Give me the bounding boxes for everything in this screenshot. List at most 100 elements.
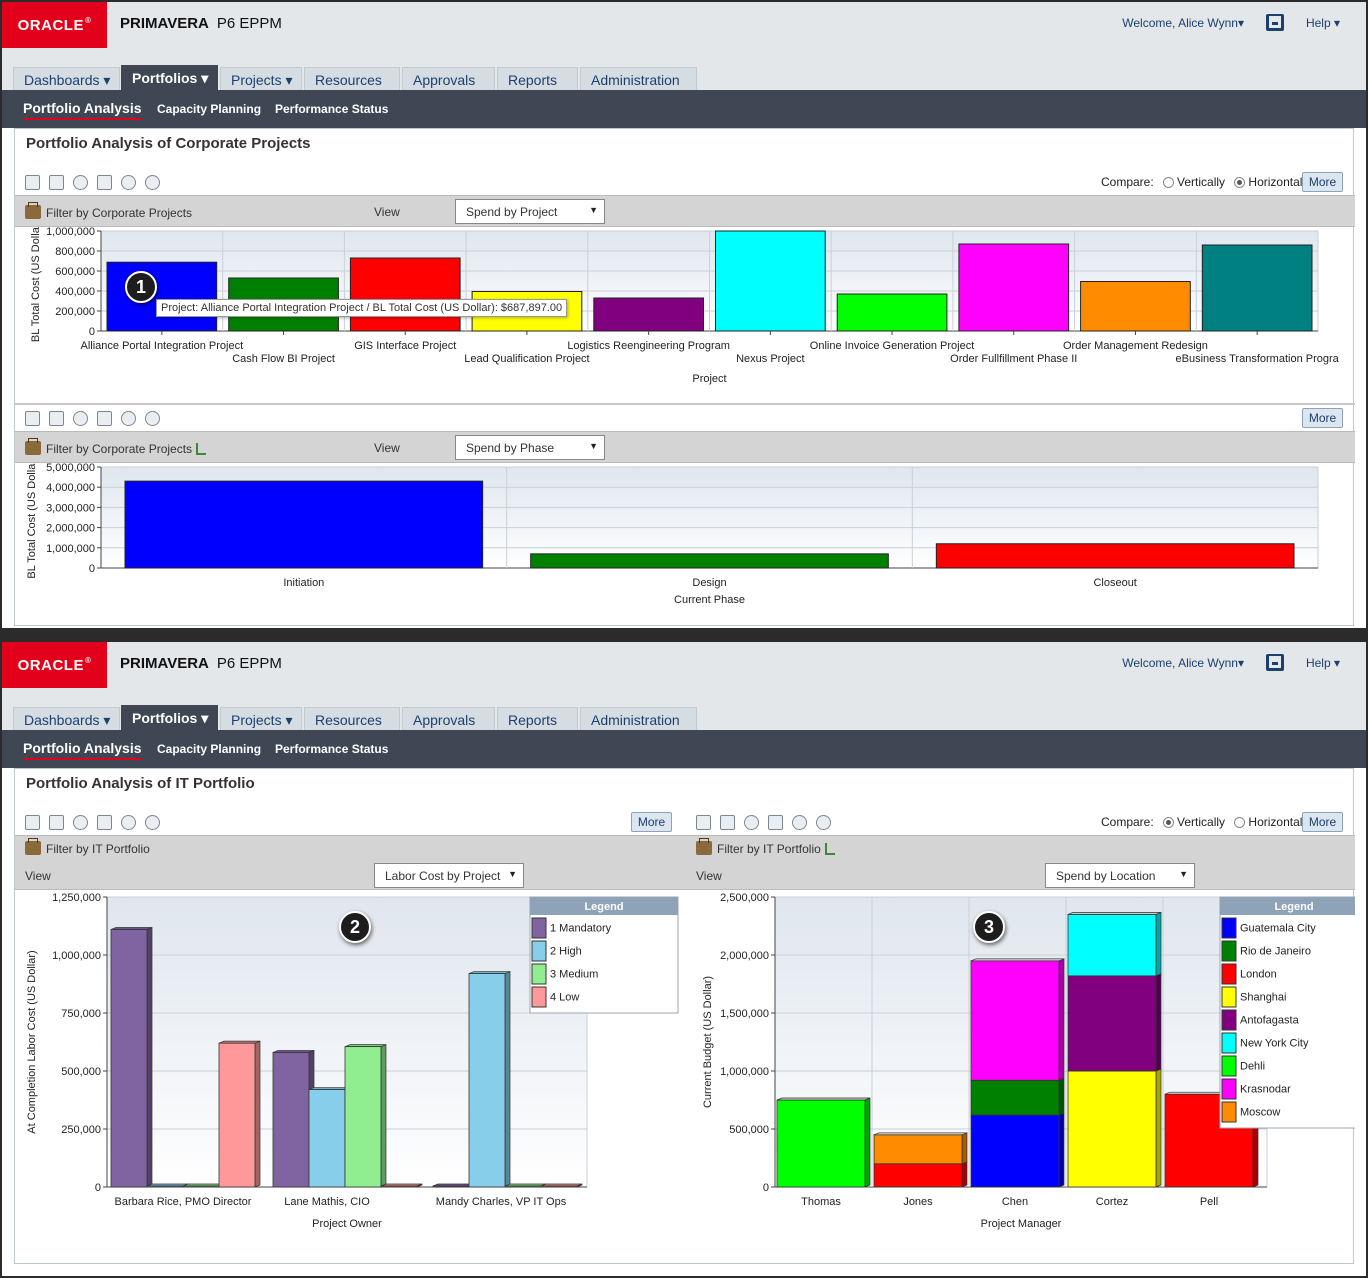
y-tick-label: 2,000,000 [46,523,95,535]
view-select[interactable]: Spend by Project [455,199,605,224]
help-menu[interactable]: Help ▾ [1306,656,1340,670]
subnav-portfolio-analysis[interactable]: Portfolio Analysis [23,740,142,760]
tab-approvals[interactable]: Approvals [402,707,495,731]
subnav-portfolio-analysis[interactable]: Portfolio Analysis [23,100,142,120]
radio-horizontally[interactable] [1234,817,1246,828]
y-tick-label: 1,000,000 [720,1066,769,1078]
more-button[interactable]: More [1302,812,1343,832]
legend-swatch [1221,1101,1237,1123]
tab-projects[interactable]: Projects ▾ [220,707,302,731]
save-as-icon[interactable] [720,815,735,831]
more-button[interactable]: More [631,812,672,832]
more-button[interactable]: More [1302,172,1343,192]
save-as-icon[interactable] [49,815,64,831]
copy-icon[interactable] [97,411,112,427]
cancel-icon[interactable] [73,175,88,191]
tab-resources[interactable]: Resources [304,67,400,91]
bar [432,1185,470,1188]
bar-side [1155,973,1162,1072]
main-tabs: Dashboards ▾ Portfolios ▾ Projects ▾ Res… [2,688,1366,731]
tab-approvals[interactable]: Approvals [402,67,495,91]
legend-item: Rio de Janeiro [1240,946,1311,958]
bar [272,1052,310,1188]
save-as-icon[interactable] [49,175,64,191]
briefcase-icon [696,838,712,855]
save-as-icon[interactable] [49,411,64,427]
filter-label[interactable]: Filter by IT Portfolio [25,838,150,856]
legend-swatch [1221,1009,1237,1031]
bar [182,1185,220,1188]
radio-vertically[interactable] [1163,177,1175,188]
zoom-icon[interactable] [121,815,136,831]
user-menu[interactable]: Welcome, Alice Wynn▾ [1122,16,1244,30]
subnav-capacity-planning[interactable]: Capacity Planning [157,102,261,116]
x-tick-label: Logistics Reengineering Program [567,340,730,352]
cancel-icon[interactable] [73,411,88,427]
settings-icon[interactable] [145,815,160,831]
tab-portfolios[interactable]: Portfolios ▾ [121,65,218,91]
y-tick-label: 1,500,000 [720,1008,769,1020]
bar-side [1058,1112,1065,1188]
copy-icon[interactable] [768,815,783,831]
tab-reports[interactable]: Reports [497,707,578,731]
filter-label[interactable]: Filter by Corporate Projects [25,438,207,456]
more-button[interactable]: More [1302,408,1343,428]
settings-icon[interactable] [816,815,831,831]
tab-portfolios[interactable]: Portfolios ▾ [121,705,218,731]
user-menu[interactable]: Welcome, Alice Wynn▾ [1122,656,1244,670]
bar-top [776,1097,871,1101]
y-tick-label: 750,000 [61,1008,101,1020]
view-select[interactable]: Labor Cost by Project [374,863,524,888]
filter-label[interactable]: Filter by Corporate Projects [25,202,192,220]
tab-projects[interactable]: Projects ▾ [220,67,302,91]
inbox-icon[interactable] [1266,14,1284,31]
cancel-icon[interactable] [73,815,88,831]
tab-administration[interactable]: Administration [580,707,697,731]
copy-icon[interactable] [97,815,112,831]
page-title: Portfolio Analysis of Corporate Projects [26,135,311,152]
filter-label[interactable]: Filter by IT Portfolio [696,838,835,856]
bar [344,1046,382,1188]
tab-resources[interactable]: Resources [304,707,400,731]
legend-title: Legend [1274,901,1313,913]
chart-spend-by-location: 0 500,000 1,000,000 1,500,000 2,000,000 2,500… [702,892,1355,1230]
zoom-icon[interactable] [121,175,136,191]
save-icon[interactable] [25,815,40,831]
save-icon[interactable] [25,175,40,191]
inbox-icon[interactable] [1266,654,1284,671]
save-icon[interactable] [696,815,711,831]
oracle-logo: ORACLE ® [2,2,107,48]
subnav-performance-status[interactable]: Performance Status [275,742,388,756]
y-tick-label: 0 [89,563,95,575]
view-select[interactable]: Spend by Location [1045,863,1195,888]
page-title: Portfolio Analysis of IT Portfolio [26,775,255,792]
bar-side [146,926,153,1188]
copy-icon[interactable] [97,175,112,191]
y-tick-label: 3,000,000 [46,502,95,514]
subnav-performance-status[interactable]: Performance Status [275,102,388,116]
bar [308,1089,346,1188]
cancel-icon[interactable] [744,815,759,831]
legend-item: 1 Mandatory [550,923,612,935]
legend-item: Antofagasta [1240,1015,1300,1027]
x-tick-label: GIS Interface Project [354,340,456,352]
tab-dashboards[interactable]: Dashboards ▾ [13,67,120,91]
top-panel: ORACLE ® PRIMAVERA P6 EPPM Welcome, Alice … [2,2,1366,628]
tab-administration[interactable]: Administration [580,67,697,91]
help-menu[interactable]: Help ▾ [1306,16,1340,30]
radio-vertically[interactable] [1163,817,1175,828]
view-select[interactable]: Spend by Phase [455,435,605,460]
radio-horizontally[interactable] [1234,177,1246,188]
settings-icon[interactable] [145,175,160,191]
zoom-icon[interactable] [792,815,807,831]
bar [106,261,218,332]
x-tick-label: Online Invoice Generation Project [810,340,974,352]
settings-icon[interactable] [145,411,160,427]
tab-reports[interactable]: Reports [497,67,578,91]
compare-options: Compare: Vertically Horizontally [1101,175,1311,189]
tab-dashboards[interactable]: Dashboards ▾ [13,707,120,731]
bar-top [873,1132,968,1136]
subnav-capacity-planning[interactable]: Capacity Planning [157,742,261,756]
save-icon[interactable] [25,411,40,427]
zoom-icon[interactable] [121,411,136,427]
